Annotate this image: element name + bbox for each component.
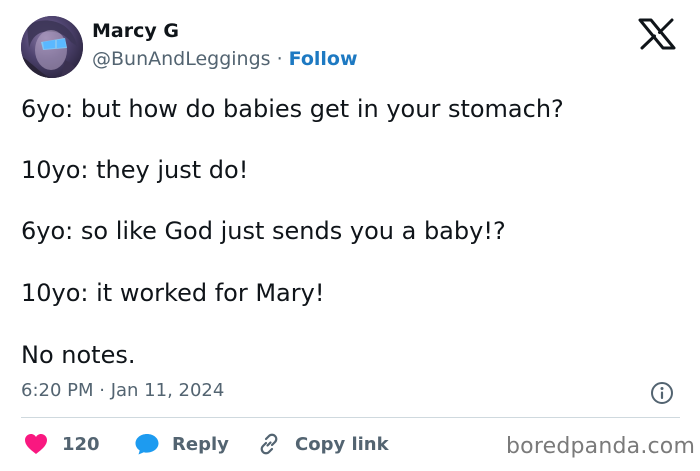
tweet-text-line: 10yo: they just do! — [21, 156, 249, 184]
watermark: boredpanda.com — [506, 434, 696, 459]
like-count: 120 — [62, 433, 100, 455]
author-name[interactable]: Marcy G — [92, 20, 179, 42]
info-icon[interactable] — [650, 381, 674, 405]
tweet-timestamp[interactable]: 6:20 PM · Jan 11, 2024 — [21, 380, 224, 401]
author-handle-row: @BunAndLeggings · Follow — [92, 48, 358, 70]
divider — [21, 417, 680, 418]
reply-label: Reply — [172, 433, 229, 455]
like-button[interactable]: 120 — [24, 430, 100, 458]
heart-icon — [24, 433, 48, 455]
tweet-text-line: 6yo: but how do babies get in your stoma… — [21, 95, 564, 123]
avatar[interactable] — [21, 16, 83, 78]
speech-bubble-icon — [134, 432, 160, 456]
x-logo-icon[interactable] — [637, 18, 677, 50]
author-handle[interactable]: @BunAndLeggings — [92, 48, 271, 70]
link-icon — [257, 432, 281, 456]
tweet-text-line: No notes. — [21, 341, 136, 369]
avatar-image — [21, 16, 83, 78]
tweet-text-line: 6yo: so like God just sends you a baby!? — [21, 217, 506, 245]
copy-link-label: Copy link — [295, 433, 389, 455]
copy-link-button[interactable]: Copy link — [257, 430, 389, 458]
tweet-card: Marcy G @BunAndLeggings · Follow 6yo: but … — [0, 0, 700, 471]
separator-dot: · — [276, 48, 283, 70]
follow-button[interactable]: Follow — [289, 48, 358, 70]
reply-button[interactable]: Reply — [134, 430, 229, 458]
tweet-text-line: 10yo: it worked for Mary! — [21, 279, 325, 307]
